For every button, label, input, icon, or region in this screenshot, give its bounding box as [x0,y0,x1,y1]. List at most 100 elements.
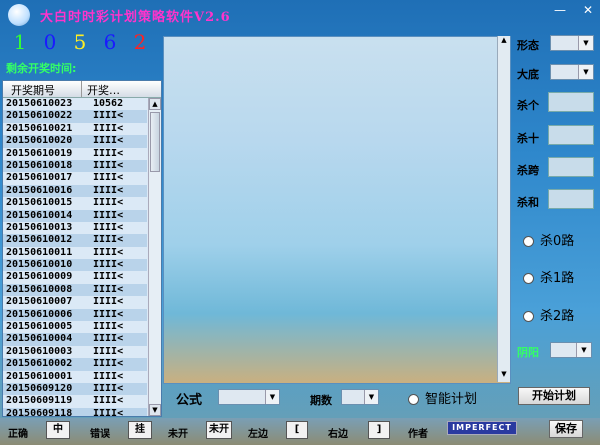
row-period: 20150610008 [6,283,73,295]
draw-digit-2: 0 [43,30,57,54]
shakua-input[interactable] [548,157,594,177]
left-bracket-button[interactable]: [ [286,421,308,439]
dadi-select[interactable]: ▼ [550,64,594,80]
shakua-label: 杀跨 [517,164,539,177]
row-result: IIII< [93,308,124,320]
row-result: IIII< [93,345,124,357]
table-row[interactable]: 20150610014 IIII< [3,209,147,222]
table-row[interactable]: 20150610023 10562 [3,98,147,110]
xingtai-select[interactable]: ▼ [550,35,594,51]
right-label: 右边 [328,429,348,440]
chevron-down-icon[interactable]: ▼ [265,390,279,404]
periods-label: 期数 [310,394,332,407]
row-result: IIII< [93,221,124,233]
table-row[interactable]: 20150609120 IIII< [3,382,147,396]
column-header-result[interactable]: 开奖… [87,82,120,98]
display-scroll-up-icon[interactable]: ▲ [498,36,510,48]
row-result: 10562 [93,98,124,109]
table-row[interactable]: 20150610004 IIII< [3,333,147,346]
table-row[interactable]: 20150609119 IIII< [3,395,147,407]
scroll-thumb[interactable] [150,112,160,172]
row-result: IIII< [93,122,124,134]
chevron-down-icon[interactable]: ▼ [576,343,591,357]
scroll-up-arrow-icon[interactable]: ▲ [149,98,161,110]
table-row[interactable]: 20150610010 IIII< [3,259,147,272]
shashi-input[interactable] [548,125,594,145]
table-row[interactable]: 20150610020 IIII< [3,135,147,148]
table-row[interactable]: 20150610002 IIII< [3,358,147,371]
row-result: IIII< [93,172,124,184]
radio-icon[interactable] [408,394,419,405]
chevron-down-icon[interactable]: ▼ [578,65,593,79]
table-row[interactable]: 20150609118 IIII< [3,407,147,416]
row-result: IIII< [93,321,124,333]
table-row[interactable]: 20150610017 IIII< [3,172,147,184]
radio-kill-route-1[interactable]: 杀1路 [523,267,574,286]
table-row[interactable]: 20150610007 IIII< [3,296,147,308]
table-row[interactable]: 20150610018 IIII< [3,159,147,173]
close-button[interactable]: ✕ [578,2,598,18]
shage-input[interactable] [548,92,594,112]
table-row[interactable]: 20150610016 IIII< [3,184,147,198]
shashi-label: 杀十 [517,132,539,145]
display-scrollbar[interactable]: ▲ ▼ [497,36,510,382]
row-period: 20150610018 [6,159,73,171]
row-result: IIII< [93,283,124,295]
row-period: 20150610001 [6,370,73,382]
plan-display-area[interactable] [163,36,511,384]
row-period: 20150610023 [6,98,73,109]
row-result: IIII< [93,110,124,122]
table-row[interactable]: 20150610008 IIII< [3,283,147,297]
table-row[interactable]: 20150610022 IIII< [3,110,147,123]
smart-plan-radio[interactable]: 智能计划 [408,388,477,407]
column-header-period[interactable]: 开奖期号 [11,82,55,98]
hang-button[interactable]: 挂 [128,421,152,439]
save-button[interactable]: 保存 [549,420,583,438]
table-row[interactable]: 20150610013 IIII< [3,222,147,234]
row-period: 20150610014 [6,209,73,221]
row-period: 20150609119 [6,395,73,407]
right-bracket-button[interactable]: ] [368,421,390,439]
title-bar: 大白时时彩计划策略软件V2.6 — ✕ [0,0,600,28]
dadi-label: 大底 [517,68,539,81]
row-result: IIII< [93,358,124,370]
chevron-down-icon[interactable]: ▼ [364,390,378,404]
start-plan-button[interactable]: 开始计划 [518,387,590,405]
row-period: 20150610021 [6,122,73,134]
scroll-down-arrow-icon[interactable]: ▼ [149,404,161,416]
row-period: 20150610012 [6,234,73,246]
periods-select[interactable]: ▼ [341,389,379,405]
shahe-input[interactable] [548,189,594,209]
chevron-down-icon[interactable]: ▼ [578,36,593,50]
table-row[interactable]: 20150610001 IIII< [3,371,147,383]
row-result: IIII< [93,159,124,171]
display-scroll-down-icon[interactable]: ▼ [498,370,510,382]
table-row[interactable]: 20150610006 IIII< [3,308,147,322]
row-period: 20150610009 [6,271,73,283]
list-scrollbar[interactable]: ▲ ▼ [148,98,161,416]
table-row[interactable]: 20150610015 IIII< [3,197,147,209]
yinyang-select[interactable]: ▼ [550,342,592,358]
radio-kill-route-2[interactable]: 杀2路 [523,305,574,324]
minimize-button[interactable]: — [550,2,570,18]
radio-icon[interactable] [523,273,534,284]
radio-icon[interactable] [523,311,534,322]
row-result: IIII< [93,184,124,196]
table-row[interactable]: 20150610009 IIII< [3,271,147,283]
row-result: IIII< [93,333,124,345]
author-logo[interactable]: IMPERFECT [447,421,517,435]
radio-kill-route-0[interactable]: 杀0路 [523,230,574,249]
table-row[interactable]: 20150610021 IIII< [3,123,147,135]
table-row[interactable]: 20150610003 IIII< [3,346,147,358]
draw-history-list[interactable]: 开奖期号 开奖… 20150610023 10562 20150610022 IIII… [2,80,162,417]
table-row[interactable]: 20150610012 IIII< [3,234,147,247]
table-row[interactable]: 20150610011 IIII< [3,247,147,259]
table-row[interactable]: 20150610019 IIII< [3,148,147,160]
table-row[interactable]: 20150610005 IIII< [3,321,147,333]
not-open-button[interactable]: 未开 [206,421,232,439]
column-separator[interactable] [81,81,82,97]
row-period: 20150610015 [6,197,73,209]
radio-icon[interactable] [523,236,534,247]
hit-button[interactable]: 中 [46,421,70,439]
formula-select[interactable]: ▼ [218,389,280,405]
